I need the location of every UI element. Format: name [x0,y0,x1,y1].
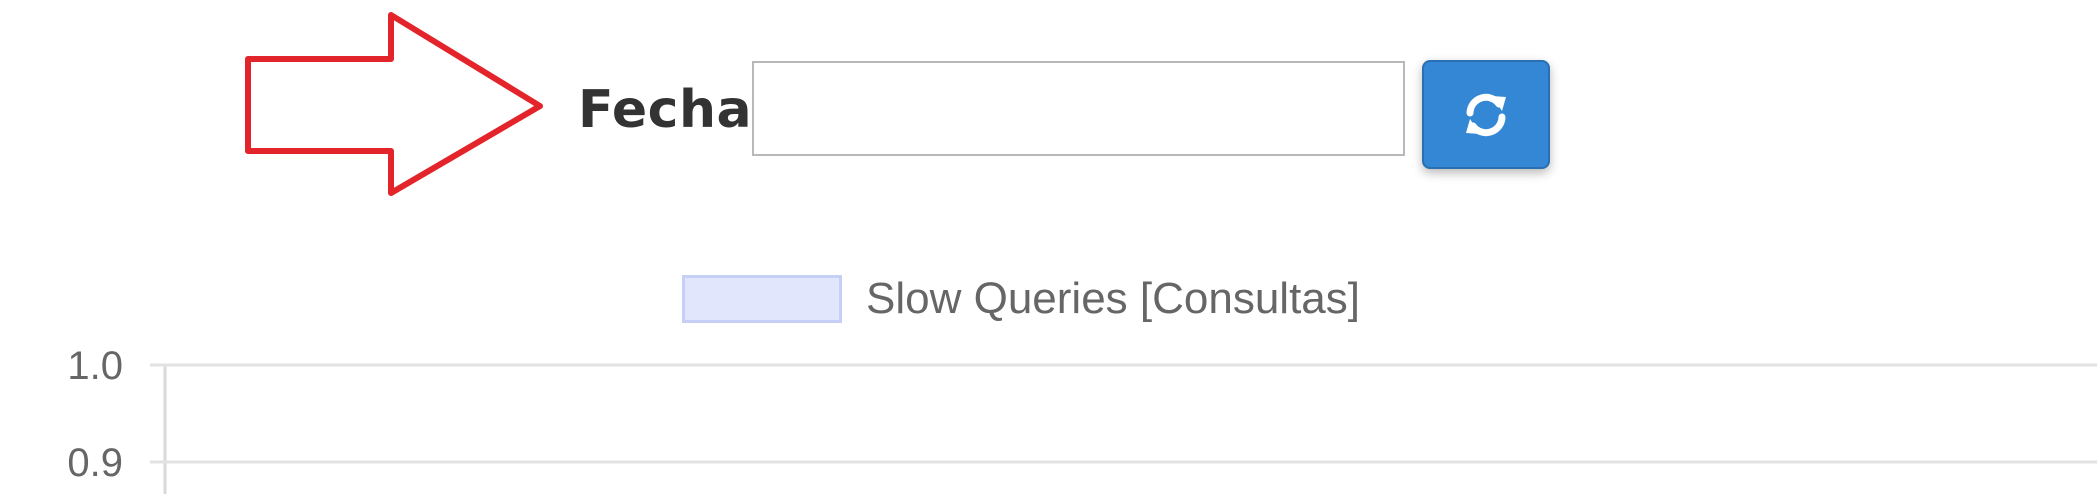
y-tick-label: 0.9 [67,441,123,485]
slow-queries-chart: 1.0 0.9 [67,344,2097,494]
y-tick-label: 1.0 [67,344,123,388]
